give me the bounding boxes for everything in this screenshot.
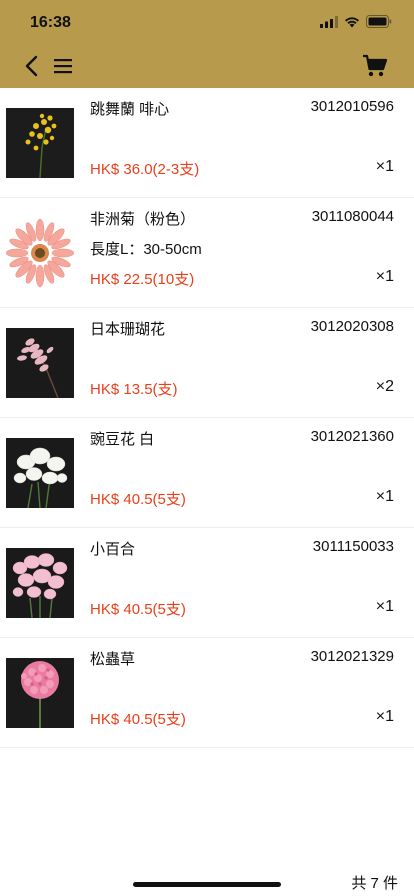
- home-indicator: [133, 882, 281, 887]
- product-price: HK$ 40.5(5支): [90, 601, 186, 618]
- wifi-icon: [345, 16, 359, 27]
- list-item[interactable]: 小百合 3011150033 HK$ 40.5(5支) ×1: [0, 528, 414, 638]
- product-name: 非洲菊（粉色）: [90, 211, 196, 228]
- status-icons: [320, 15, 392, 28]
- battery-icon: [366, 15, 392, 28]
- product-image: [6, 328, 74, 398]
- order-item-list: 跳舞蘭 啡心 3012010596 HK$ 36.0(2-3支) ×1 非洲菊（…: [0, 88, 414, 748]
- product-name: 日本珊瑚花: [90, 321, 166, 338]
- product-image: [6, 438, 74, 508]
- product-code: 3012020308: [310, 318, 394, 335]
- product-name: 松蟲草: [90, 651, 136, 668]
- product-price: HK$ 36.0(2-3支): [90, 161, 200, 178]
- product-image: [6, 218, 74, 288]
- nav-bar: [0, 44, 414, 88]
- menu-icon[interactable]: [52, 56, 74, 76]
- status-bar: 16:38: [0, 0, 414, 44]
- product-quantity: ×2: [375, 378, 394, 395]
- product-price: HK$ 13.5(支): [90, 381, 178, 398]
- product-image: [6, 658, 74, 728]
- product-quantity: ×1: [375, 708, 394, 725]
- product-price: HK$ 40.5(5支): [90, 491, 186, 508]
- product-name: 跳舞蘭 啡心: [90, 101, 170, 118]
- back-icon[interactable]: [20, 54, 44, 78]
- product-quantity: ×1: [375, 268, 394, 285]
- list-item[interactable]: 非洲菊（粉色） 3011080044 長度L：30-50cm HK$ 22.5(…: [0, 198, 414, 308]
- product-code: 3012010596: [310, 98, 394, 115]
- product-quantity: ×1: [375, 598, 394, 615]
- product-code: 3012021360: [310, 428, 394, 445]
- product-name: 小百合: [90, 541, 136, 558]
- list-item[interactable]: 日本珊瑚花 3012020308 HK$ 13.5(支) ×2: [0, 308, 414, 418]
- total-count: 共 7 件: [351, 875, 398, 892]
- product-code: 3012021329: [310, 648, 394, 665]
- app-header: 16:38: [0, 0, 414, 88]
- list-item[interactable]: 豌豆花 白 3012021360 HK$ 40.5(5支) ×1: [0, 418, 414, 528]
- product-price: HK$ 40.5(5支): [90, 711, 186, 728]
- product-code: 3011150033: [312, 538, 394, 555]
- product-quantity: ×1: [375, 158, 394, 175]
- product-image: [6, 108, 74, 178]
- cellular-signal-icon: [320, 15, 338, 28]
- product-name: 豌豆花 白: [90, 431, 155, 448]
- product-price: HK$ 22.5(10支): [90, 271, 195, 288]
- product-code: 3011080044: [311, 208, 394, 225]
- product-spec: 長度L：30-50cm: [90, 241, 202, 258]
- list-item[interactable]: 跳舞蘭 啡心 3012010596 HK$ 36.0(2-3支) ×1: [0, 88, 414, 198]
- shopping-cart-icon[interactable]: [362, 53, 388, 79]
- product-image: [6, 548, 74, 618]
- list-item[interactable]: 松蟲草 3012021329 HK$ 40.5(5支) ×1: [0, 638, 414, 748]
- status-time: 16:38: [30, 14, 71, 31]
- product-quantity: ×1: [375, 488, 394, 505]
